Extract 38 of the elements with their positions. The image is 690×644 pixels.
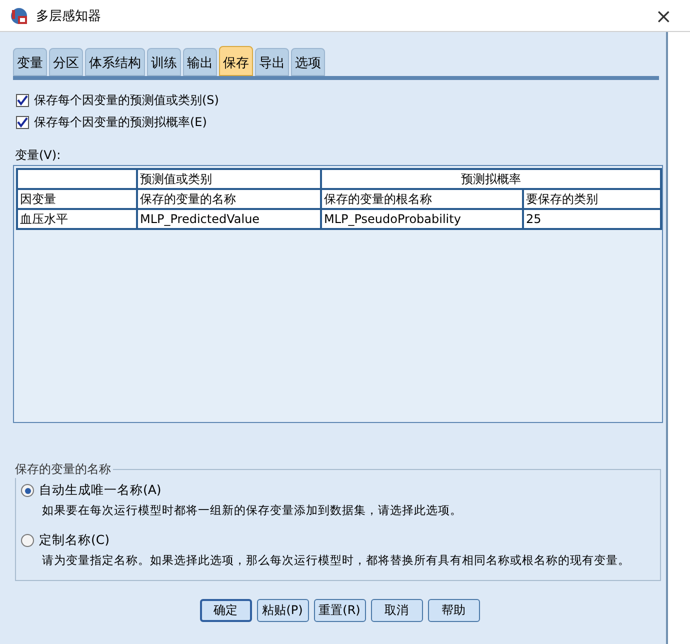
dialog-button[interactable]: 确定 (200, 599, 252, 622)
column-header: 因变量 (17, 189, 137, 209)
checkbox-label: 保存每个因变量的预测拟概率(E) (34, 114, 207, 131)
radio-button[interactable] (21, 484, 34, 497)
radio-label: 定制名称(C) (39, 532, 110, 549)
column-header: 保存的变量的根名称 (321, 189, 523, 209)
radio-label: 自动生成唯一名称(A) (39, 482, 162, 499)
tab[interactable]: 选项 (291, 48, 325, 76)
table-header: 预测拟概率 (321, 169, 661, 189)
checkbox-label: 保存每个因变量的预测值或类别(S) (34, 92, 219, 109)
group-title: 保存的变量的名称 (14, 461, 112, 478)
table-cell: MLP_PseudoProbability (321, 209, 523, 229)
tab[interactable]: 体系结构 (85, 48, 145, 76)
tab[interactable]: 导出 (255, 48, 289, 76)
close-button[interactable]: × (655, 4, 672, 28)
tab[interactable]: 变量 (13, 48, 47, 76)
option-description: 如果要在每次运行模型时都将一组新的保存变量添加到数据集，请选择此选项。 (42, 503, 463, 518)
column-header: 保存的变量的名称 (137, 189, 321, 209)
radio-button[interactable] (21, 534, 34, 547)
column-header: 要保存的类别 (523, 189, 661, 209)
tab[interactable]: 训练 (147, 48, 181, 76)
window-title: 多层感知器 (36, 8, 102, 24)
tab[interactable]: 保存 (219, 46, 253, 76)
app-icon (10, 6, 28, 24)
table-cell: 血压水平 (17, 209, 137, 229)
checkbox[interactable] (16, 116, 29, 129)
table-label: 变量(V): (15, 147, 62, 164)
tab[interactable]: 输出 (183, 48, 217, 76)
option-description: 请为变量指定名称。如果选择此选项，那么每次运行模型时，都将替换所有具有相同名称或根名称的现有变量。 (42, 553, 631, 568)
dialog-button[interactable]: 取消 (370, 599, 422, 622)
dialog-button[interactable]: 帮助 (428, 599, 480, 622)
table-cell: MLP_PredictedValue (137, 209, 321, 229)
table-header: 预测值或类别 (137, 169, 321, 189)
dialog-button[interactable]: 粘贴(P) (256, 599, 308, 622)
dialog-button[interactable]: 重置(R) (314, 599, 366, 622)
checkbox[interactable] (16, 94, 29, 107)
table-cell: 25 (523, 209, 661, 229)
tab[interactable]: 分区 (49, 48, 83, 76)
